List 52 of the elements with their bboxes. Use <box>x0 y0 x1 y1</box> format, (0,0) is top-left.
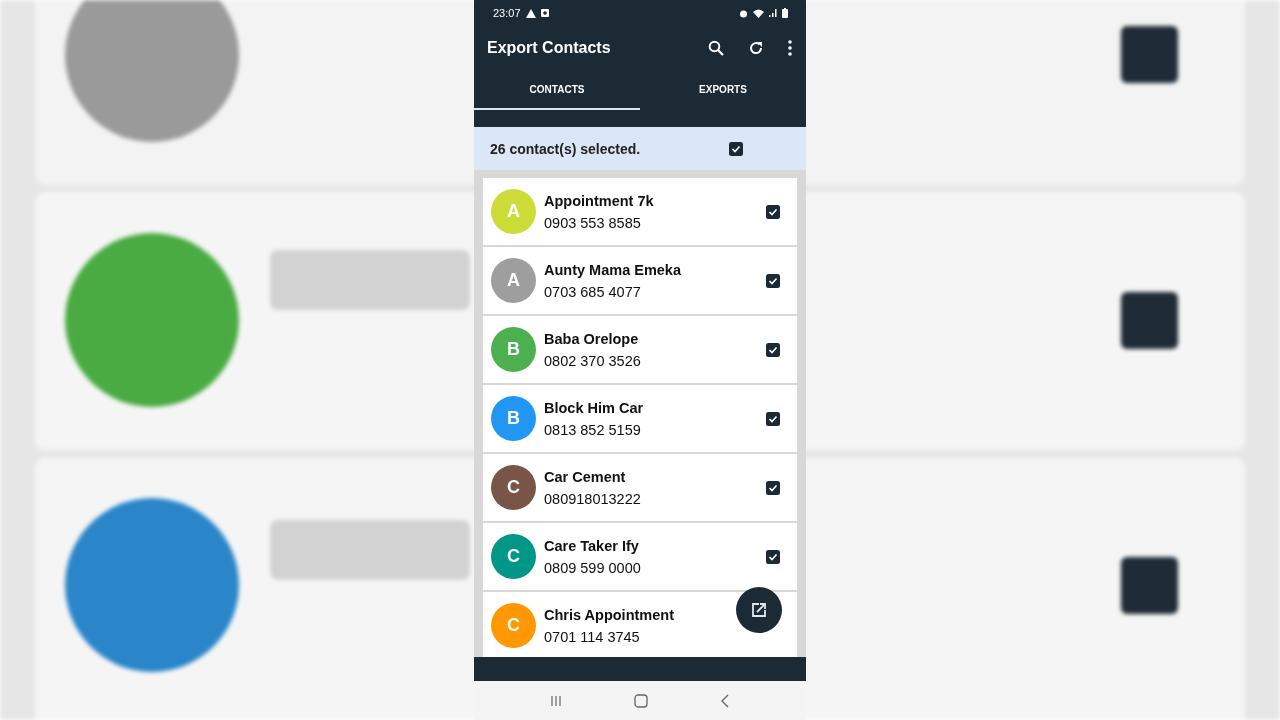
contact-avatar: C <box>491 465 536 510</box>
contact-checkbox[interactable] <box>766 480 780 495</box>
contact-card[interactable]: C Chris Appointment 0701 114 3745 <box>483 592 797 657</box>
select-all-checkbox[interactable] <box>729 141 743 156</box>
more-icon[interactable] <box>788 40 792 56</box>
contact-avatar: A <box>491 189 536 234</box>
tab[interactable]: EXPORTS <box>640 70 806 110</box>
contact-card[interactable]: B Block Him Car 0813 852 5159 <box>483 385 797 452</box>
contact-phone: 0703 685 4077 <box>544 283 642 300</box>
back-icon[interactable] <box>720 693 730 708</box>
notification-icon <box>540 9 549 17</box>
warning-icon <box>525 8 536 18</box>
contact-card[interactable]: C Car Cement 080918013222 <box>483 454 797 521</box>
battery-icon <box>782 8 788 18</box>
contact-checkbox[interactable] <box>766 549 780 564</box>
contact-avatar: B <box>491 327 536 372</box>
contact-phone: 080918013222 <box>544 490 642 507</box>
contact-checkbox[interactable] <box>766 411 780 426</box>
contact-phone: 0809 599 0000 <box>544 559 642 576</box>
contact-name: Aunty Mama Emeka <box>544 261 682 278</box>
app-title: Export Contacts <box>487 39 612 57</box>
contact-phone: 0903 553 8585 <box>544 214 642 231</box>
export-icon <box>751 602 767 618</box>
contact-phone: 0813 852 5159 <box>544 421 642 438</box>
contact-name: Car Cement <box>544 468 627 485</box>
contact-phone: 0701 114 3745 <box>544 628 641 645</box>
alarm-icon <box>739 8 748 18</box>
contact-card[interactable]: A Aunty Mama Emeka 0703 685 4077 <box>483 247 797 314</box>
wifi-icon <box>753 8 764 18</box>
status-time: 23:07 <box>493 7 521 19</box>
contact-name: Baba Orelope <box>544 330 640 347</box>
contact-card[interactable]: C Care Taker Ify 0809 599 0000 <box>483 523 797 590</box>
search-icon[interactable] <box>708 40 724 56</box>
contact-checkbox[interactable] <box>766 204 780 219</box>
contact-name: Appointment 7k <box>544 192 655 209</box>
contact-card[interactable]: A Appointment 7k 0903 553 8585 <box>483 178 797 245</box>
contact-phone: 0802 370 3526 <box>544 352 642 369</box>
contact-checkbox[interactable] <box>766 342 780 357</box>
contact-name: Block Him Car <box>544 399 645 416</box>
signal-icon <box>769 9 777 17</box>
contact-name: Chris Appointment <box>544 606 675 623</box>
contact-avatar: C <box>491 603 536 648</box>
home-icon[interactable] <box>634 693 648 708</box>
contact-name: Care Taker Ify <box>544 537 640 554</box>
selection-count: 26 contact(s) selected. <box>490 140 642 157</box>
refresh-icon[interactable] <box>748 40 764 56</box>
contact-avatar: B <box>491 396 536 441</box>
contact-avatar: C <box>491 534 536 579</box>
contact-avatar: A <box>491 258 536 303</box>
contact-checkbox[interactable] <box>766 273 780 288</box>
tab[interactable]: CONTACTS <box>474 70 640 110</box>
contact-card[interactable]: B Baba Orelope 0802 370 3526 <box>483 316 797 383</box>
